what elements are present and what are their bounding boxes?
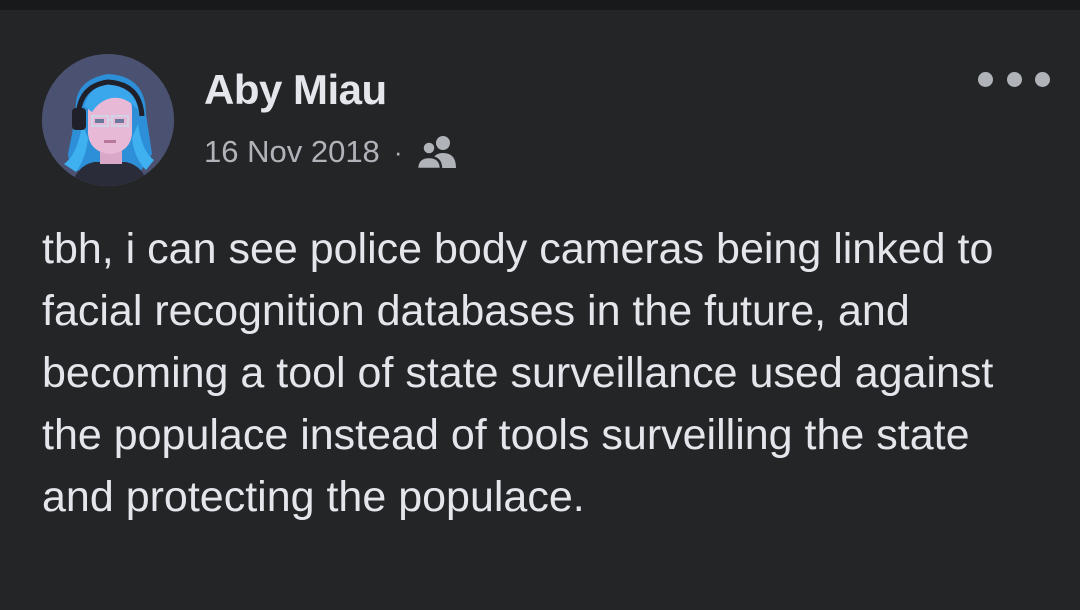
post-meta: 16 Nov 2018 · — [204, 132, 458, 172]
more-dot — [978, 71, 993, 87]
avatar-image — [42, 54, 174, 186]
friends-icon[interactable] — [416, 134, 458, 171]
more-dot — [1035, 71, 1050, 87]
avatar[interactable] — [42, 54, 174, 186]
more-dot — [1006, 71, 1022, 87]
post-card: Aby Miau 16 Nov 2018 · tbh, i can see po… — [0, 10, 1080, 610]
post-date[interactable]: 16 Nov 2018 — [204, 134, 380, 170]
post-body-text: tbh, i can see police body cameras being… — [42, 225, 994, 521]
meta-separator: · — [393, 136, 403, 167]
author-name[interactable]: Aby Miau — [204, 66, 387, 114]
more-options-icon[interactable] — [978, 64, 1050, 94]
top-bar — [0, 0, 1080, 10]
